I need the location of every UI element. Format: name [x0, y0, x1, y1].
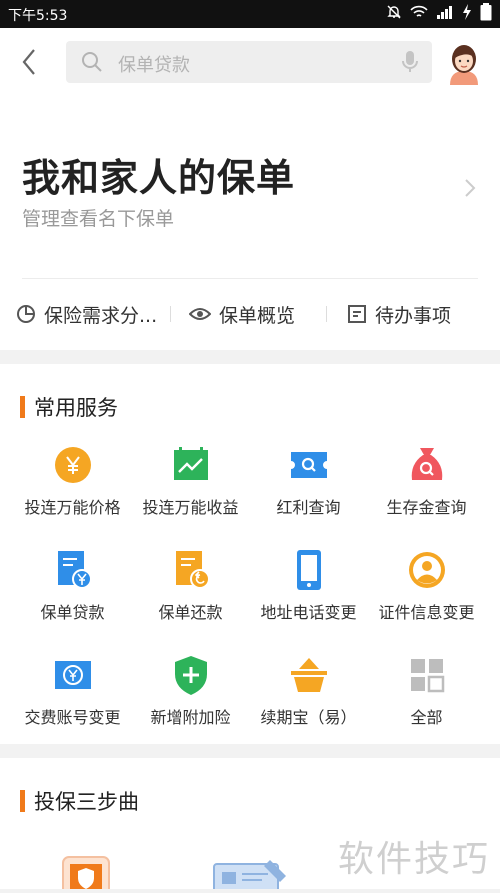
- mute-bell-icon: [386, 4, 402, 24]
- ticket-search-icon: [288, 444, 330, 486]
- service-label: 证件信息变更: [378, 603, 475, 622]
- service-dividend-query[interactable]: 红利查询: [246, 444, 371, 518]
- section-title: 常用服务: [20, 392, 118, 422]
- insurance-steps-section: 投保三步曲 软件技巧: [0, 758, 500, 893]
- top-bar: 保单贷款: [0, 28, 500, 100]
- service-invest-price[interactable]: 投连万能价格: [10, 444, 135, 518]
- service-invest-yield[interactable]: 投连万能收益: [128, 444, 253, 518]
- page-title[interactable]: 我和家人的保单: [22, 147, 295, 202]
- service-address-phone-change[interactable]: 地址电话变更: [246, 549, 371, 623]
- quick-link-label: 保险需求分...: [44, 304, 158, 327]
- account-exchange-icon: [52, 654, 94, 696]
- service-label: 保单贷款: [40, 603, 105, 622]
- microphone-icon[interactable]: [400, 50, 420, 78]
- separator: [326, 306, 327, 322]
- calendar-trend-icon: [170, 444, 212, 486]
- phone-icon: [288, 549, 330, 591]
- section-title: 投保三步曲: [20, 786, 139, 816]
- service-add-rider[interactable]: 新增附加险: [128, 654, 253, 728]
- policy-summary-card: 我和家人的保单 管理查看名下保单 保险需求分... 保单概览 待办事项: [0, 100, 500, 350]
- eye-icon: [189, 308, 211, 320]
- search-icon: [80, 50, 104, 78]
- service-label: 全部: [410, 708, 443, 727]
- separator: [170, 306, 171, 322]
- signal-icon: [436, 5, 454, 23]
- common-services-section: 常用服务 投连万能价格 投连万能收益 红利查询 生存金查询 保单贷款 保单还款 …: [0, 364, 500, 744]
- search-placeholder: 保单贷款: [118, 55, 190, 76]
- status-time: 下午5:53: [8, 8, 68, 24]
- user-avatar-icon: [450, 45, 478, 85]
- service-label: 生存金查询: [386, 498, 467, 517]
- service-label: 地址电话变更: [260, 603, 357, 622]
- section-title-text: 投保三步曲: [34, 790, 139, 814]
- service-renewal-treasure[interactable]: 续期宝（易）: [246, 654, 371, 728]
- page-subtitle: 管理查看名下保单: [22, 208, 175, 230]
- basket-icon: [288, 654, 330, 696]
- service-label: 投连万能收益: [142, 498, 239, 517]
- charging-icon: [462, 4, 472, 24]
- chevron-left-icon: [22, 49, 35, 75]
- service-label: 新增附加险: [150, 708, 231, 727]
- accent-bar: [20, 790, 25, 812]
- todo-list-icon: [348, 305, 366, 323]
- money-bag-icon: [406, 444, 448, 486]
- service-policy-repay[interactable]: 保单还款: [128, 549, 253, 623]
- policy-loan-icon: [52, 549, 94, 591]
- service-survival-fund-query[interactable]: 生存金查询: [364, 444, 489, 518]
- quick-link-needs-analysis[interactable]: 保险需求分...: [16, 292, 157, 336]
- yen-coin-icon: [52, 444, 94, 486]
- wifi-icon: [410, 5, 428, 23]
- status-bar: 下午5:53: [0, 0, 500, 28]
- person-id-icon: [406, 549, 448, 591]
- divider: [22, 278, 478, 279]
- grid-all-icon: [406, 654, 448, 696]
- quick-link-label: 保单概览: [219, 304, 296, 327]
- service-label: 投连万能价格: [24, 498, 121, 517]
- step-form-illustration[interactable]: [212, 858, 290, 893]
- section-title-text: 常用服务: [34, 396, 118, 420]
- service-payment-account-change[interactable]: 交费账号变更: [10, 654, 135, 728]
- quick-link-policy-overview[interactable]: 保单概览: [189, 292, 295, 336]
- shield-plus-icon: [170, 654, 212, 696]
- service-all[interactable]: 全部: [364, 654, 489, 728]
- accent-bar: [20, 396, 25, 418]
- service-label: 交费账号变更: [24, 708, 121, 727]
- service-policy-loan[interactable]: 保单贷款: [10, 549, 135, 623]
- service-label: 保单还款: [158, 603, 223, 622]
- service-label: 红利查询: [276, 498, 341, 517]
- chevron-right-icon[interactable]: [464, 178, 476, 202]
- service-label: 续期宝（易）: [260, 708, 357, 727]
- watermark-text: 软件技巧: [337, 839, 490, 880]
- back-button[interactable]: [14, 46, 46, 78]
- policy-repay-icon: [170, 549, 212, 591]
- avatar[interactable]: [444, 41, 484, 85]
- pie-chart-icon: [17, 305, 35, 323]
- step-phone-illustration[interactable]: [62, 856, 110, 893]
- quick-link-todo[interactable]: 待办事项: [347, 292, 451, 336]
- battery-icon: [480, 3, 492, 25]
- search-input[interactable]: 保单贷款: [66, 41, 432, 83]
- quick-link-label: 待办事项: [375, 304, 452, 327]
- status-icons: [386, 3, 492, 25]
- service-id-info-change[interactable]: 证件信息变更: [364, 549, 489, 623]
